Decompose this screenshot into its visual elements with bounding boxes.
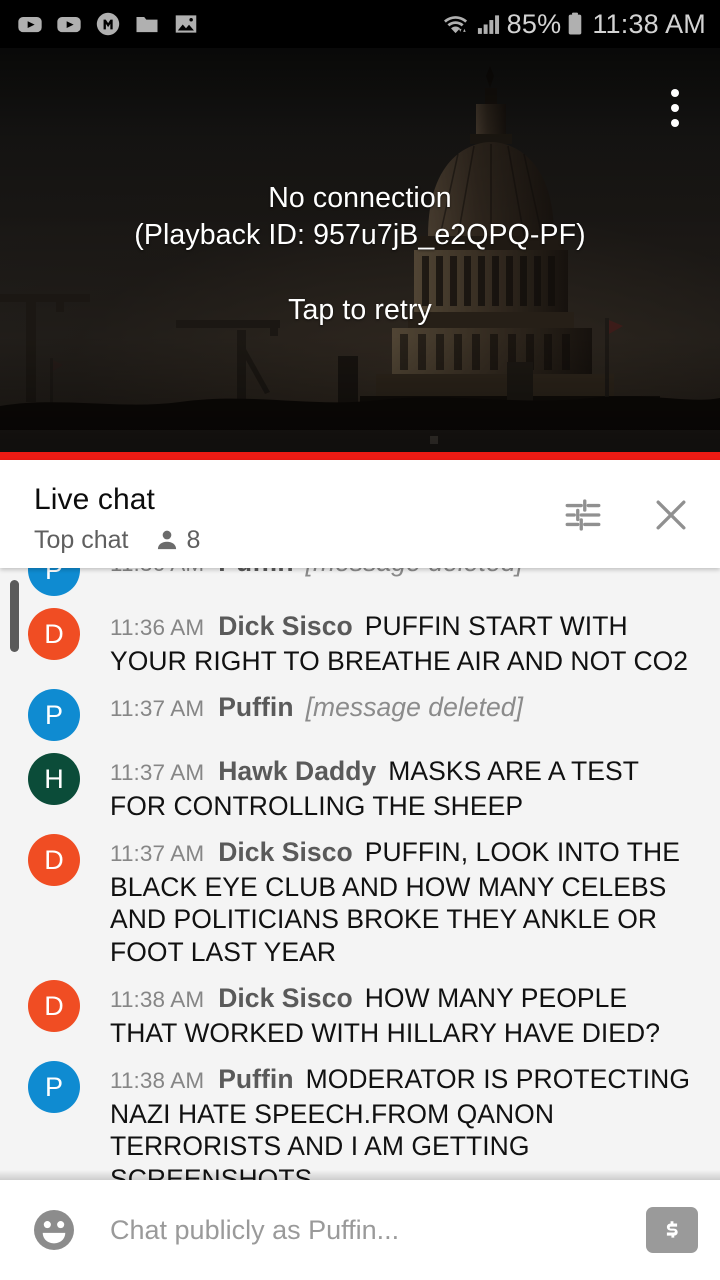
live-chat-title: Live chat xyxy=(34,483,155,516)
chat-mode-label[interactable]: Top chat xyxy=(34,525,129,555)
tap-to-retry-label[interactable]: Tap to retry xyxy=(0,292,720,329)
chat-message-row[interactable]: D 11:38 AM Dick Sisco HOW MANY PEOPLE THAT … xyxy=(0,968,720,1049)
person-icon xyxy=(157,530,176,550)
chat-message-row[interactable]: H 11:37 AM Hawk Daddy MASKS ARE A TEST FOR … xyxy=(0,741,720,822)
status-bar: 85% 11:38 AM xyxy=(0,0,720,48)
live-chat-subtitle-row: Top chat 8 xyxy=(34,525,200,555)
more-vertical-icon[interactable] xyxy=(658,86,692,130)
m-app-icon xyxy=(96,12,120,36)
error-line-2: (Playback ID: 957u7jB_e2QPQ-PF) xyxy=(134,219,586,251)
phone-screen: 85% 11:38 AM No connection (Playback ID:… xyxy=(0,0,720,1280)
message-timestamp: 11:38 AM xyxy=(110,1068,205,1093)
chat-messages-container: P11:36 AMPuffin[message deleted]D11:36 A… xyxy=(0,568,720,1180)
message-deleted-label: [message deleted] xyxy=(305,692,523,722)
chat-message-row[interactable]: D 11:37 AM Dick Sisco PUFFIN, LOOK INTO THE… xyxy=(0,822,720,968)
message-author[interactable]: Dick Sisco xyxy=(218,837,353,867)
chat-message-body: 11:36 AM Puffin [message deleted] xyxy=(80,568,702,596)
photo-icon xyxy=(175,15,197,33)
emoji-face-icon[interactable] xyxy=(26,1202,82,1258)
chat-message-body: 11:36 AM Dick Sisco PUFFIN START WITH YOUR… xyxy=(80,596,702,677)
error-line-1: No connection xyxy=(268,182,452,214)
chat-message-row[interactable]: P 11:38 AM Puffin MODERATOR IS PROTECTING N… xyxy=(0,1049,720,1180)
battery-icon xyxy=(569,12,582,35)
wifi-data-icon xyxy=(443,16,467,34)
live-chat-titles: Live chat Top chat 8 xyxy=(34,482,200,555)
message-timestamp: 11:37 AM xyxy=(110,841,205,866)
emoji-face-glyph xyxy=(34,1210,74,1250)
chat-message-body: 11:38 AM Puffin MODERATOR IS PROTECTING NA… xyxy=(80,1049,702,1180)
viewer-count-label: 8 xyxy=(186,525,201,554)
message-author[interactable]: Puffin xyxy=(218,568,293,577)
youtube-icon xyxy=(18,17,42,33)
avatar[interactable]: H xyxy=(28,753,80,805)
youtube-icon xyxy=(57,17,81,33)
avatar[interactable]: P xyxy=(28,689,80,741)
video-progress-fill xyxy=(0,452,720,460)
status-bar-notification-icons xyxy=(16,10,200,38)
chat-message-body: 11:38 AM Dick Sisco HOW MANY PEOPLE THAT W… xyxy=(80,968,702,1049)
dollar-superchat-icon[interactable] xyxy=(646,1207,698,1253)
live-chat-header-actions xyxy=(560,482,694,538)
dollar-superchat-glyph xyxy=(659,1219,685,1241)
status-bar-system-icons: 85% 11:38 AM xyxy=(441,9,706,40)
avatar[interactable]: P xyxy=(28,1061,80,1113)
message-timestamp: 11:36 AM xyxy=(110,615,205,640)
chat-message-row[interactable]: P 11:36 AM Puffin [message deleted] xyxy=(0,568,720,596)
chat-message-row[interactable]: P 11:37 AM Puffin [message deleted] xyxy=(0,677,720,741)
tune-icon[interactable] xyxy=(560,492,606,538)
video-progress-bar[interactable] xyxy=(0,452,720,460)
close-icon[interactable] xyxy=(648,492,694,538)
chat-message-input[interactable] xyxy=(110,1214,630,1246)
avatar[interactable]: D xyxy=(28,608,80,660)
chat-message-row[interactable]: D 11:36 AM Dick Sisco PUFFIN START WITH YOU… xyxy=(0,596,720,677)
message-author[interactable]: Dick Sisco xyxy=(218,983,353,1013)
avatar[interactable]: P xyxy=(28,568,80,596)
player-error-message[interactable]: No connection (Playback ID: 957u7jB_e2QP… xyxy=(0,180,720,329)
message-author[interactable]: Dick Sisco xyxy=(218,611,353,641)
video-player[interactable]: No connection (Playback ID: 957u7jB_e2QP… xyxy=(0,48,720,460)
avatar[interactable]: D xyxy=(28,980,80,1032)
message-deleted-label: [message deleted] xyxy=(306,568,523,577)
live-chat-message-list[interactable]: P11:36 AMPuffin[message deleted]D11:36 A… xyxy=(0,568,720,1180)
chat-message-body: 11:37 AM Hawk Daddy MASKS ARE A TEST FOR C… xyxy=(80,741,702,822)
chat-message-body: 11:37 AM Puffin [message deleted] xyxy=(80,677,702,741)
chat-message-body: 11:37 AM Dick Sisco PUFFIN, LOOK INTO THE … xyxy=(80,822,702,968)
message-timestamp: 11:38 AM xyxy=(110,987,205,1012)
message-timestamp: 11:37 AM xyxy=(110,760,205,785)
message-timestamp: 11:36 AM xyxy=(110,568,204,576)
message-author[interactable]: Hawk Daddy xyxy=(218,756,376,786)
folder-icon xyxy=(136,17,158,33)
message-author[interactable]: Puffin xyxy=(218,692,293,722)
avatar[interactable]: D xyxy=(28,834,80,886)
live-chat-header: Live chat Top chat 8 xyxy=(0,460,720,568)
clock-label: 11:38 AM xyxy=(592,8,706,39)
viewer-count-group: 8 xyxy=(154,525,201,555)
cell-signal-icon xyxy=(477,15,499,34)
chat-input-bar xyxy=(0,1180,720,1280)
message-author[interactable]: Puffin xyxy=(218,1064,293,1094)
message-timestamp: 11:37 AM xyxy=(110,696,205,721)
battery-percent-label: 85% xyxy=(506,8,562,39)
